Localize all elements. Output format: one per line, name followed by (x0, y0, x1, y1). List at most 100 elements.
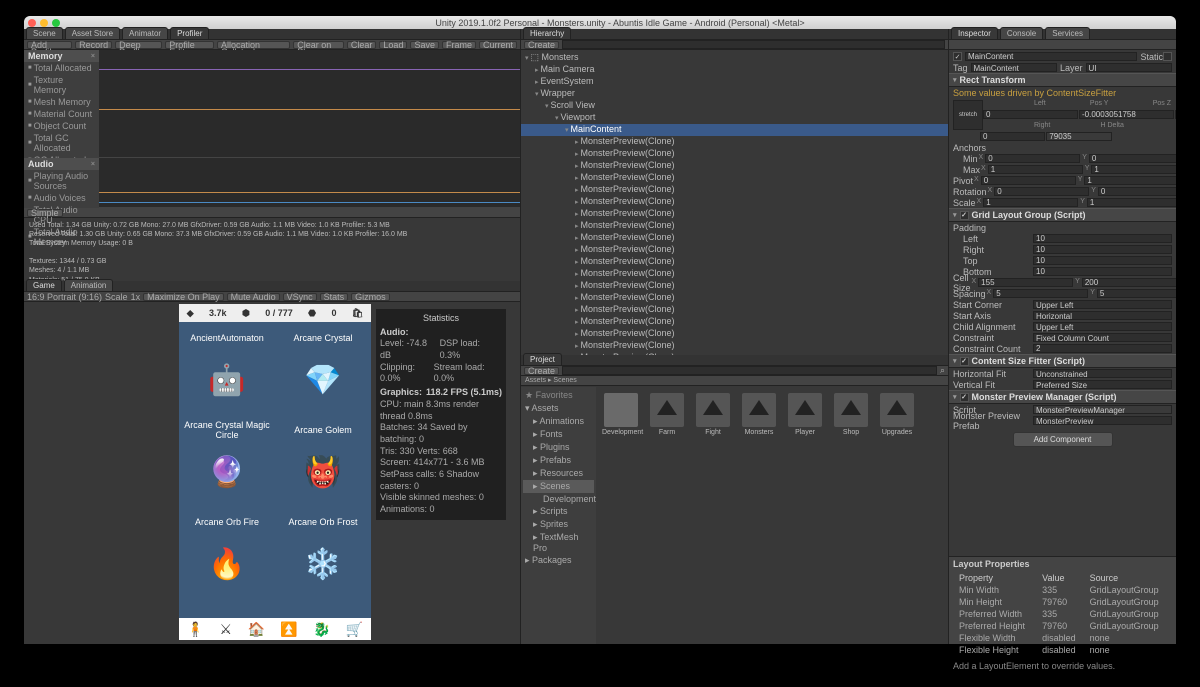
static-toggle[interactable] (1163, 52, 1172, 61)
start-corner[interactable]: Upper Left (1033, 300, 1172, 309)
folder-item[interactable]: ▸ Scenes (523, 480, 594, 493)
left-field[interactable] (983, 110, 1078, 119)
project-search[interactable] (562, 366, 937, 375)
padding-top[interactable] (1033, 256, 1172, 265)
hierarchy-item[interactable]: MonsterPreview(Clone) (521, 328, 948, 340)
prefab-ref[interactable]: MonsterPreview (1033, 416, 1172, 425)
horizontal-fit[interactable]: Unconstrained (1033, 369, 1172, 378)
game-toolbar-item[interactable]: VSync (283, 293, 317, 301)
game-view[interactable]: ◆3.7k ⬢0 / 777 ⬣0 🛍 AncientAutomaton🤖Arc… (179, 304, 371, 640)
tab-profiler[interactable]: Profiler (170, 27, 209, 39)
folder-item[interactable]: ▸ Scripts (523, 505, 594, 518)
hierarchy-item[interactable]: MonsterPreview(Clone) (521, 268, 948, 280)
audio-graph[interactable] (99, 158, 520, 208)
padding-left[interactable] (1033, 234, 1172, 243)
hierarchy-item[interactable]: MonsterPreview(Clone) (521, 220, 948, 232)
filter-icon[interactable]: ⌕ (940, 365, 945, 376)
shop-icon[interactable]: 🛍 (352, 308, 363, 319)
spacing-x[interactable] (993, 289, 1088, 298)
anchor-min-x[interactable] (985, 154, 1080, 163)
game-toolbar-item[interactable]: Mute Audio (227, 293, 280, 301)
monster-cell[interactable]: Arcane Crystal💎 (275, 322, 371, 414)
hierarchy-item[interactable]: MonsterPreview(Clone) (521, 148, 948, 160)
profiler-metric[interactable]: Playing Audio Sources (24, 170, 99, 192)
monster-cell[interactable]: Arcane Orb Fire🔥 (179, 506, 275, 598)
hierarchy-item[interactable]: MonsterPreview(Clone) (521, 256, 948, 268)
profiler-btn[interactable]: Current (479, 41, 517, 49)
hierarchy-item[interactable]: EventSystem (521, 76, 948, 88)
profiler-metric[interactable]: Total Allocated (24, 62, 99, 74)
minimize-icon[interactable] (40, 19, 48, 27)
tab-animation[interactable]: Animation (64, 279, 114, 291)
game-toolbar-item[interactable]: 1x (131, 292, 141, 302)
grid-layout-component[interactable]: ✓Grid Layout Group (Script) (949, 208, 1176, 222)
profiler-metric[interactable]: Material Count (24, 108, 99, 120)
tab-services[interactable]: Services (1045, 27, 1090, 39)
profiler-btn[interactable]: Allocation Callstacks (217, 41, 290, 49)
monster-preview-manager-component[interactable]: ✓Monster Preview Manager (Script) (949, 390, 1176, 404)
tab-console[interactable]: Console (1000, 27, 1043, 39)
monster-cell[interactable]: Arcane Golem👹 (275, 414, 371, 506)
hierarchy-item[interactable]: MonsterPreview(Clone) (521, 136, 948, 148)
scale-x[interactable] (983, 198, 1078, 207)
child-alignment[interactable]: Upper Left (1033, 322, 1172, 331)
profiler-metric[interactable]: Total GC Allocated (24, 132, 99, 154)
hierarchy-item[interactable]: MonsterPreview(Clone) (521, 244, 948, 256)
constraint-count[interactable] (1033, 344, 1172, 353)
monster-cell[interactable]: Arcane Crystal Magic Circle🔮 (179, 414, 275, 506)
tab-asset-store[interactable]: Asset Store (65, 27, 120, 39)
hierarchy-item[interactable]: MonsterPreview(Clone) (521, 172, 948, 184)
hierarchy-item[interactable]: MonsterPreview(Clone) (521, 196, 948, 208)
game-toolbar-item[interactable]: Gizmos (351, 293, 390, 301)
spacing-y[interactable] (1097, 289, 1176, 298)
monster-cell[interactable]: AncientAutomaton🤖 (179, 322, 275, 414)
tab-animator[interactable]: Animator (122, 27, 168, 39)
profiler-metric[interactable]: Texture Memory (24, 74, 99, 96)
hierarchy-item[interactable]: Main Camera (521, 64, 948, 76)
profiler-btn[interactable]: Save (410, 41, 439, 49)
folder-item[interactable]: ▸ Sprites (523, 518, 594, 531)
hierarchy-item[interactable]: MonsterPreview(Clone) (521, 232, 948, 244)
project-asset[interactable]: Player (786, 393, 824, 436)
anchor-min-y[interactable] (1089, 154, 1176, 163)
breadcrumb[interactable]: Assets ▸ Scenes (521, 376, 948, 386)
folder-item[interactable]: ▸ Fonts (523, 428, 594, 441)
game-toolbar-item[interactable]: Stats (320, 293, 349, 301)
layer-dropdown[interactable]: UI (1086, 63, 1172, 72)
profiler-metric[interactable]: Audio Voices (24, 192, 99, 204)
project-asset[interactable]: Development (602, 393, 640, 436)
game-toolbar-item[interactable]: Scale (105, 292, 128, 302)
folder-item[interactable]: ▸ TextMesh Pro (523, 531, 594, 554)
tab-scene[interactable]: Scene (26, 27, 63, 39)
rect-transform-component[interactable]: Rect Transform (949, 73, 1176, 87)
folder-item[interactable]: ▸ Animations (523, 415, 594, 428)
folder-item[interactable]: Development (523, 493, 594, 505)
profiler-btn[interactable]: Clear (347, 41, 377, 49)
rot-y[interactable] (1098, 187, 1176, 196)
nav-player-icon[interactable]: 🧍 (187, 621, 204, 638)
vertical-fit[interactable]: Preferred Size (1033, 380, 1172, 389)
profiler-btn[interactable]: Load (379, 41, 407, 49)
folder-item[interactable]: ▸ Resources (523, 467, 594, 480)
tag-dropdown[interactable]: MainContent (971, 63, 1057, 72)
profiler-btn[interactable]: Profile Editor (165, 41, 214, 49)
hierarchy-item[interactable]: Scroll View (521, 100, 948, 112)
padding-right[interactable] (1033, 245, 1172, 254)
profiler-btn[interactable]: Record (75, 41, 112, 49)
close-icon[interactable]: × (91, 53, 95, 60)
anchor-preset[interactable]: stretch (953, 100, 983, 130)
project-asset[interactable]: Fight (694, 393, 732, 436)
project-asset[interactable]: Upgrades (878, 393, 916, 436)
hierarchy-item[interactable]: MonsterPreview(Clone) (521, 160, 948, 172)
hierarchy-item[interactable]: Viewport (521, 112, 948, 124)
close-icon[interactable]: × (91, 161, 95, 168)
hierarchy-item[interactable]: MonsterPreview(Clone) (521, 208, 948, 220)
profiler-btn[interactable]: Add Profiler (27, 41, 72, 49)
anchor-max-y[interactable] (1091, 165, 1176, 174)
project-asset[interactable]: Monsters (740, 393, 778, 436)
pivot-y[interactable] (1084, 176, 1176, 185)
tab-game[interactable]: Game (26, 279, 62, 291)
hierarchy-search[interactable] (562, 40, 945, 49)
hierarchy-item[interactable]: MonsterPreview(Clone) (521, 304, 948, 316)
right-field[interactable] (980, 132, 1045, 141)
